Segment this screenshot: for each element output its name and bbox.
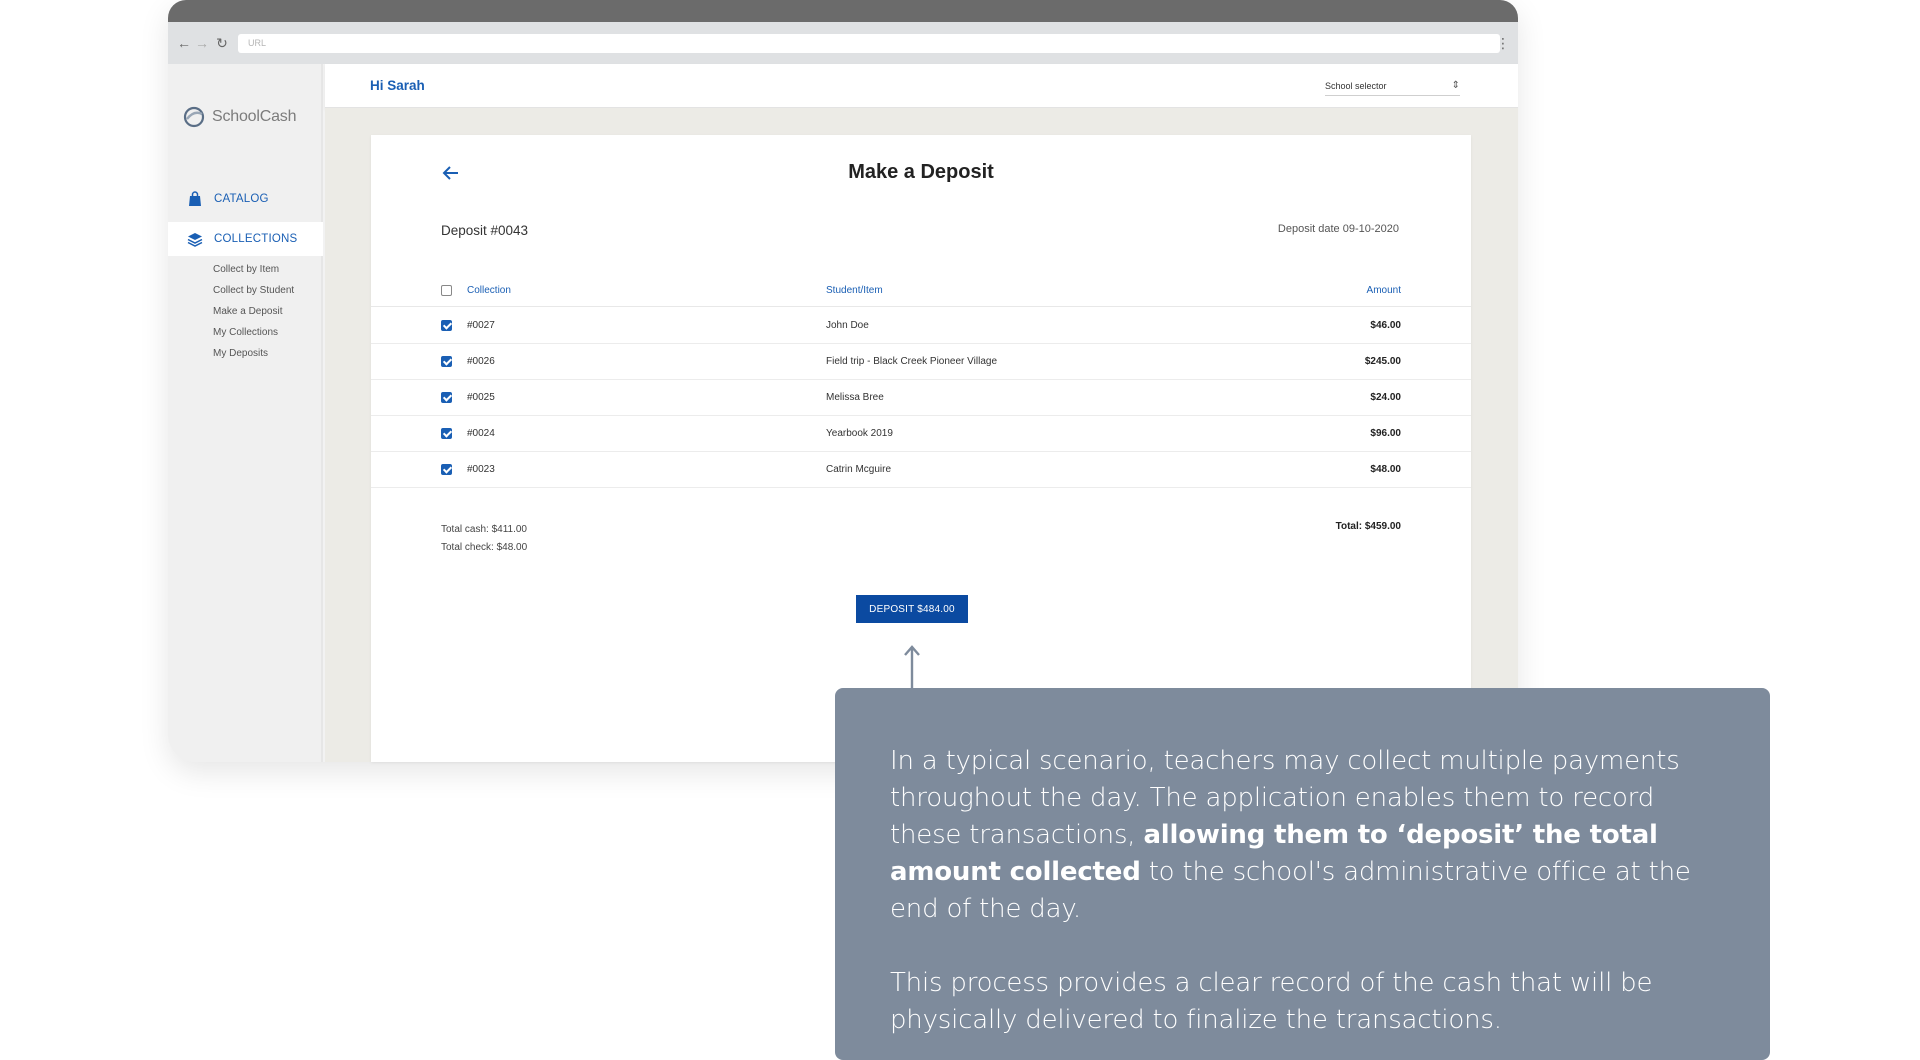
app-header: Hi Sarah School selector ⇕ (325, 64, 1518, 108)
logo-text: SchoolCash (212, 108, 297, 125)
deposit-number: Deposit #0043 (441, 223, 529, 238)
total-check: Total check: $48.00 (441, 542, 528, 553)
submenu-my-collections[interactable]: My Collections (213, 322, 294, 343)
select-all-checkbox[interactable] (441, 285, 452, 296)
submenu-make-a-deposit[interactable]: Make a Deposit (213, 301, 294, 322)
sidebar-item-collections[interactable]: COLLECTIONS (168, 222, 323, 256)
collection-id: #0024 (467, 428, 495, 439)
sidebar-item-label: COLLECTIONS (214, 233, 298, 245)
table-row: #0025 Melissa Bree $24.00 (371, 380, 1471, 416)
student-item: John Doe (826, 320, 869, 331)
collection-id: #0025 (467, 392, 495, 403)
student-item: Melissa Bree (826, 392, 884, 403)
column-header-student-item[interactable]: Student/Item (826, 285, 883, 296)
amount: $245.00 (1364, 356, 1401, 367)
amount: $24.00 (1370, 392, 1401, 403)
page-title: Make a Deposit (848, 161, 994, 183)
school-selector-label: School selector (1325, 81, 1387, 91)
school-selector[interactable]: School selector ⇕ (1325, 78, 1460, 96)
forward-nav-icon[interactable]: → (194, 33, 210, 53)
submenu-my-deposits[interactable]: My Deposits (213, 343, 294, 364)
submenu-collect-by-item[interactable]: Collect by Item (213, 259, 294, 280)
shopping-bag-icon (186, 190, 204, 208)
sidebar-item-label: CATALOG (214, 193, 269, 205)
amount: $46.00 (1370, 320, 1401, 331)
schoolcash-logo-icon (183, 106, 205, 128)
row-checkbox[interactable] (441, 320, 452, 331)
submenu-collect-by-student[interactable]: Collect by Student (213, 280, 294, 301)
select-arrows-icon: ⇕ (1451, 80, 1460, 91)
student-item: Catrin Mcguire (826, 464, 892, 475)
annotation-callout: In a typical scenario, teachers may coll… (835, 688, 1770, 1060)
sidebar-item-catalog[interactable]: CATALOG (168, 182, 323, 216)
annotation-pointer-arrow-icon (904, 645, 920, 688)
row-checkbox[interactable] (441, 392, 452, 403)
collection-id: #0023 (467, 464, 495, 475)
logo: SchoolCash (182, 106, 296, 128)
student-item: Field trip - Black Creek Pioneer Village (826, 356, 998, 367)
totals-breakdown: Total cash: $411.00 Total check: $48.00 (441, 521, 527, 557)
back-nav-icon[interactable]: ← (176, 33, 192, 53)
browser-titlebar (168, 0, 1518, 22)
deposit-date: Deposit date 09-10-2020 (1277, 223, 1399, 235)
student-item: Yearbook 2019 (826, 428, 893, 439)
total-cash: Total cash: $411.00 (441, 524, 527, 535)
table-header: Collection Student/Item Amount (371, 277, 1471, 307)
browser-toolbar: ← → ↻ URL ⋮ (168, 22, 1518, 64)
table-row: #0027 John Doe $46.00 (371, 308, 1471, 344)
row-checkbox[interactable] (441, 464, 452, 475)
deposit-button[interactable]: DEPOSIT $484.00 (856, 595, 968, 623)
collections-submenu: Collect by Item Collect by Student Make … (213, 259, 294, 364)
more-menu-icon[interactable]: ⋮ (1496, 34, 1510, 52)
greeting: Hi Sarah (370, 78, 425, 93)
reload-icon[interactable]: ↻ (214, 33, 230, 53)
url-input[interactable]: URL (238, 34, 1500, 53)
amount: $96.00 (1370, 428, 1401, 439)
row-checkbox[interactable] (441, 428, 452, 439)
column-header-collection[interactable]: Collection (467, 285, 511, 296)
grand-total: Total: $459.00 (1335, 521, 1401, 532)
annotation-paragraph-2: This process provides a clear record of … (890, 968, 1653, 1035)
annotation-paragraph-1: In a typical scenario, teachers may coll… (890, 743, 1715, 928)
table-row: #0024 Yearbook 2019 $96.00 (371, 416, 1471, 452)
table-row: #0023 Catrin Mcguire $48.00 (371, 452, 1471, 488)
collection-id: #0026 (467, 356, 495, 367)
collection-id: #0027 (467, 320, 495, 331)
table-row: #0026 Field trip - Black Creek Pioneer V… (371, 344, 1471, 380)
row-checkbox[interactable] (441, 356, 452, 367)
sidebar: SchoolCash CATALOG COLLECTIONS Collect b… (168, 64, 323, 762)
amount: $48.00 (1370, 464, 1401, 475)
layers-icon (186, 230, 204, 248)
column-header-amount[interactable]: Amount (1367, 285, 1401, 296)
